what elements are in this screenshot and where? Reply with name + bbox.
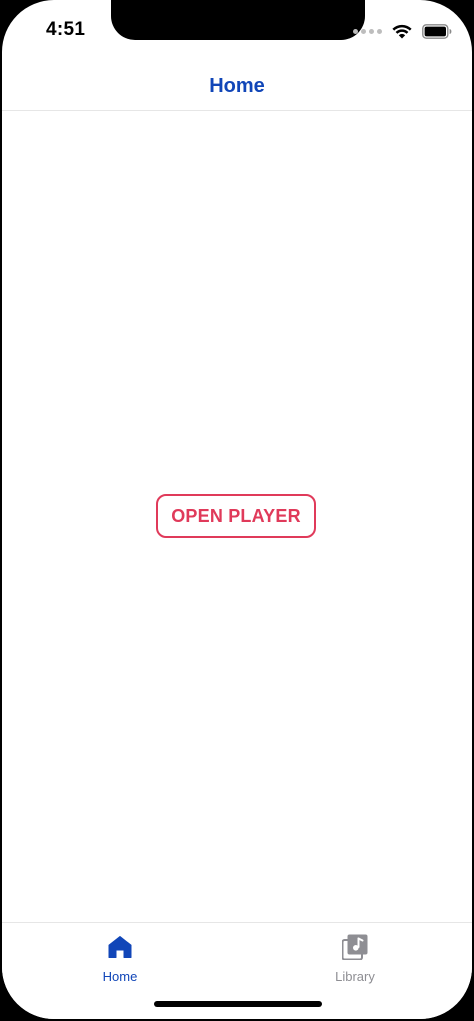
status-time: 4:51 — [46, 19, 86, 40]
wifi-icon — [392, 24, 412, 38]
cellular-signal-icon — [353, 28, 382, 34]
tab-library[interactable]: Library — [295, 933, 415, 988]
home-indicator — [154, 1001, 322, 1007]
tab-home-label: Home — [102, 969, 138, 984]
device-notch — [111, 0, 365, 40]
open-player-button[interactable]: OPEN PLAYER — [156, 494, 316, 538]
phone-screen: 4:51 Home OPEN PLAYER Home Library — [2, 0, 472, 1019]
tab-home[interactable]: Home — [60, 933, 180, 988]
page-title: Home — [209, 74, 265, 97]
navigation-bar: Home — [2, 60, 472, 111]
status-icons — [353, 20, 452, 42]
music-library-icon — [341, 933, 369, 961]
home-icon — [106, 933, 134, 961]
tab-library-label: Library — [335, 969, 375, 984]
battery-icon — [422, 23, 452, 39]
